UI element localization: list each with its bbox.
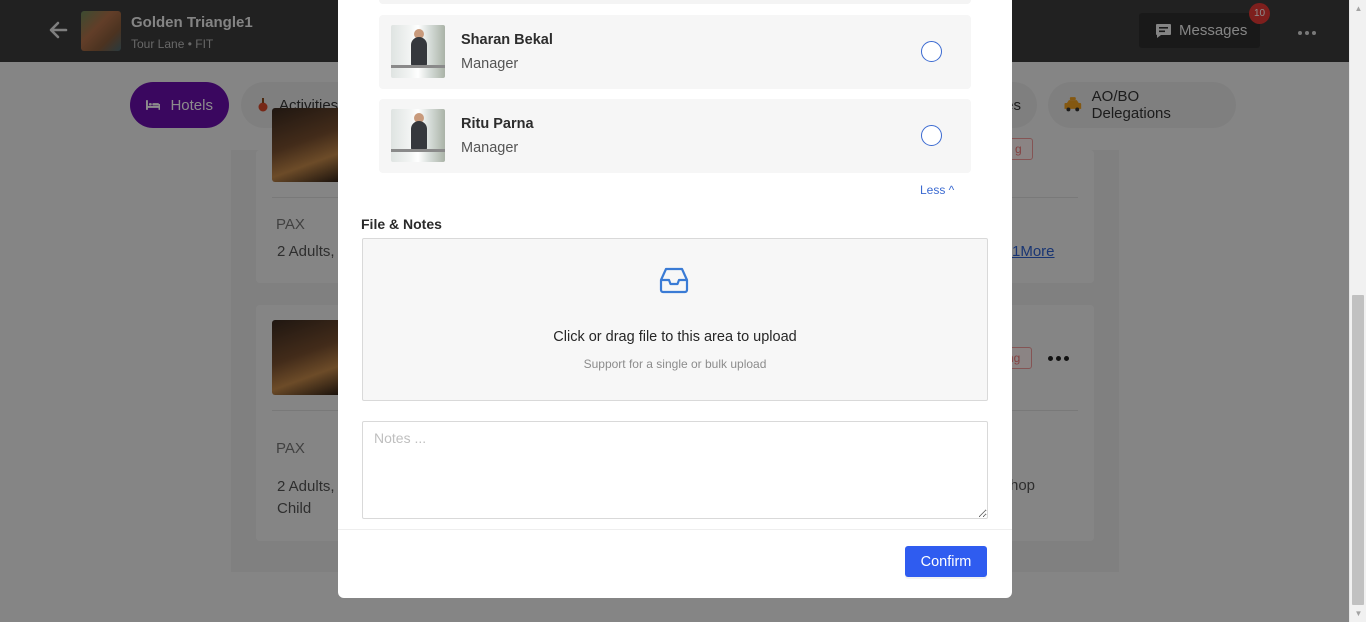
confirm-button[interactable]: Confirm [905,546,987,577]
page-scrollbar[interactable]: ▲ ▼ [1349,0,1366,622]
member-role: Manager [461,56,519,72]
scroll-up-icon[interactable]: ▲ [1350,0,1366,17]
show-less-link[interactable]: Less ^ [920,183,954,197]
member-select-radio[interactable] [921,41,942,62]
member-avatar [391,109,445,162]
member-item[interactable]: Ritu Parna Manager [379,99,971,173]
file-notes-heading: File & Notes [361,216,442,232]
upload-instruction: Click or drag file to this area to uploa… [553,329,797,345]
inbox-icon [659,267,689,294]
member-role: Manager [461,140,519,156]
previous-member-edge [379,0,971,4]
scroll-down-icon[interactable]: ▼ [1350,605,1366,622]
notes-textarea[interactable] [362,421,988,519]
upload-hint: Support for a single or bulk upload [583,357,767,371]
member-avatar [391,25,445,78]
file-upload-dropzone[interactable]: Click or drag file to this area to uploa… [362,238,988,401]
assign-modal: Sharan Bekal Manager Ritu Parna Manager … [338,0,1012,598]
member-item[interactable]: Sharan Bekal Manager [379,15,971,89]
modal-footer-divider [338,529,1012,530]
member-select-radio[interactable] [921,125,942,146]
member-name: Sharan Bekal [461,32,553,48]
scroll-thumb[interactable] [1352,295,1364,605]
member-name: Ritu Parna [461,116,534,132]
